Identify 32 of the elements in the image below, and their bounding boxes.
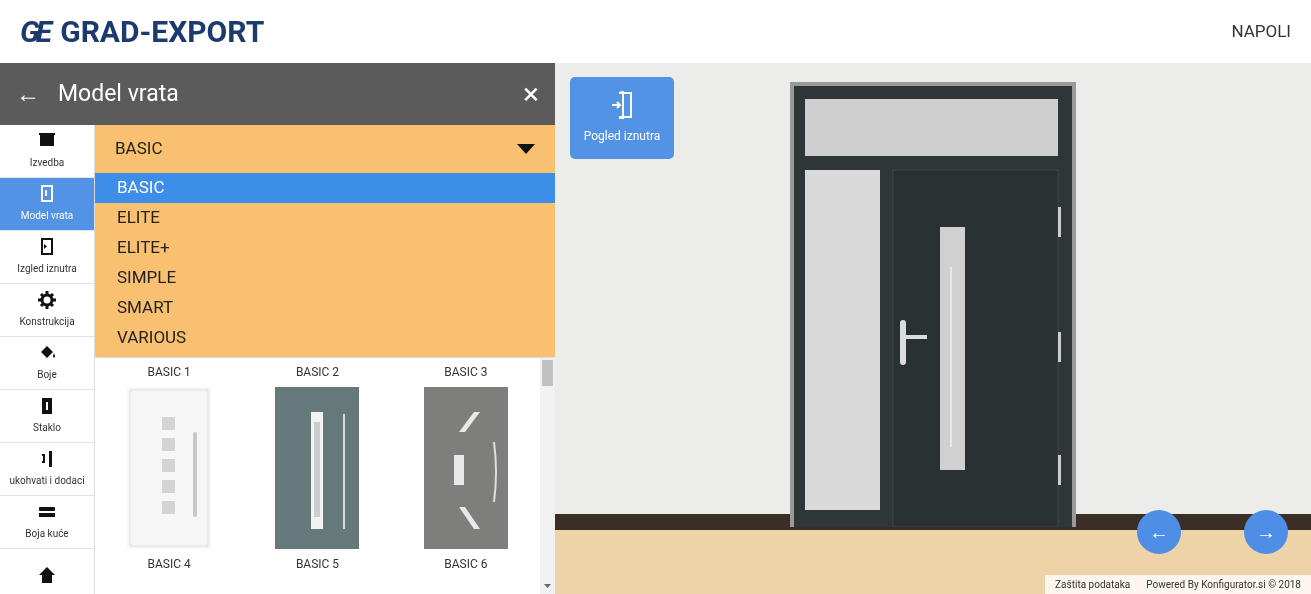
model-dropdown[interactable]: BASIC [95,125,555,173]
door-thumbnail[interactable] [275,387,360,549]
door-thumbnail[interactable] [127,387,212,549]
dropdown-caret-icon [517,144,535,154]
scrollbar-thumb[interactable] [542,360,553,386]
model-label[interactable]: BASIC 2 [295,363,340,381]
scrollbar[interactable] [540,358,555,594]
panel-title: Model vrata [58,78,180,109]
model-label[interactable]: BASIC 4 [147,555,191,573]
door-thumbnail[interactable] [423,387,508,549]
dropdown-option[interactable]: ELITE [95,203,555,233]
door-enter-icon [611,91,633,119]
dropdown-option[interactable]: VARIOUS [95,323,555,353]
door-icon [38,238,56,256]
back-button[interactable]: ← [16,76,40,112]
logo-mark: GE [20,13,49,51]
model-label[interactable]: BASIC 5 [295,555,340,573]
dropdown-option[interactable]: SIMPLE [95,263,555,293]
model-label[interactable]: BASIC 1 [147,363,191,381]
privacy-link[interactable]: Zaštita podataka [1055,577,1131,592]
scroll-down-icon[interactable] [544,584,551,588]
model-label[interactable]: BASIC 3 [444,363,488,381]
logo-text: GRAD-EXPORT [60,13,265,51]
settings-icon [38,291,56,309]
house-icon [38,566,56,584]
powered-by-link[interactable]: Powered By Konfigurator.si © 2018 [1146,577,1301,592]
model-label[interactable]: BASIC 6 [444,555,488,573]
close-button[interactable]: × [523,79,539,109]
dropdown-option[interactable]: ELITE+ [95,233,555,263]
dropdown-option[interactable]: SMART [95,293,555,323]
model-name: NAPOLI [1231,19,1291,43]
door-icon [38,185,56,203]
